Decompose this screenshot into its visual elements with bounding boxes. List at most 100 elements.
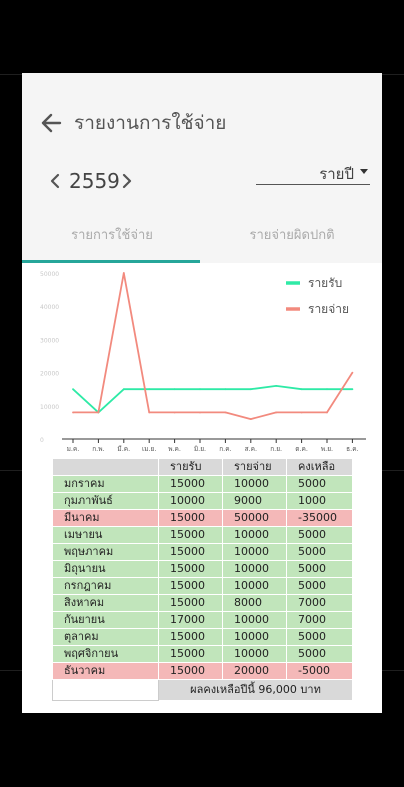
back-arrow-icon[interactable] bbox=[40, 111, 62, 135]
income-cell: 17000 bbox=[158, 611, 223, 629]
x-tick-label: พ.ย. bbox=[321, 445, 333, 453]
app-screen: รายงานการใช้จ่าย 2559 รายปี รายการใช้จ่า… bbox=[22, 73, 382, 713]
table-footer-row: ผลคงเหลือปีนี้ 96,000 บาท bbox=[52, 679, 353, 701]
month-cell: สิงหาคม bbox=[52, 594, 159, 612]
expense-cell: 10000 bbox=[222, 577, 287, 595]
x-tick-label: ก.ย. bbox=[270, 445, 282, 453]
table-row: มีนาคม 15000 50000 -35000 bbox=[52, 509, 353, 527]
month-cell: มิถุนายน bbox=[52, 560, 159, 578]
expense-cell: 50000 bbox=[222, 509, 287, 527]
table-row: เมษายน 15000 10000 5000 bbox=[52, 526, 353, 544]
balance-cell: 7000 bbox=[286, 611, 353, 629]
table-header-row: รายรับ รายจ่าย คงเหลือ bbox=[52, 458, 353, 476]
data-point bbox=[148, 411, 151, 414]
table-row: พฤษภาคม 15000 10000 5000 bbox=[52, 543, 353, 561]
income-cell: 15000 bbox=[158, 509, 223, 527]
month-cell: กุมภาพันธ์ bbox=[52, 492, 159, 510]
data-point bbox=[326, 411, 328, 414]
expense-cell: 10000 bbox=[222, 611, 287, 629]
balance-cell: 5000 bbox=[286, 628, 353, 646]
data-point bbox=[72, 388, 74, 391]
month-cell: ตุลาคม bbox=[52, 628, 159, 646]
x-tick-label: มี.ค. bbox=[117, 445, 130, 453]
balance-cell: 5000 bbox=[286, 543, 353, 561]
expense-cell: 10000 bbox=[222, 645, 287, 663]
page-title: รายงานการใช้จ่าย bbox=[74, 112, 227, 134]
income-cell: 15000 bbox=[158, 577, 223, 595]
balance-cell: 5000 bbox=[286, 560, 353, 578]
data-point bbox=[173, 388, 176, 391]
data-point bbox=[249, 418, 252, 420]
header-expense: รายจ่าย bbox=[222, 458, 287, 476]
data-point bbox=[148, 388, 151, 391]
data-point bbox=[173, 411, 176, 414]
balance-cell: 1000 bbox=[286, 492, 353, 510]
x-tick-label: เม.ย. bbox=[142, 445, 156, 453]
data-point bbox=[275, 384, 278, 387]
data-point bbox=[300, 411, 303, 414]
expense-cell: 10000 bbox=[222, 628, 287, 646]
x-tick-label: ส.ค. bbox=[245, 445, 257, 453]
table-row: มกราคม 15000 10000 5000 bbox=[52, 475, 353, 493]
balance-cell: -5000 bbox=[286, 662, 353, 680]
legend-label: รายจ่าย bbox=[308, 302, 349, 316]
income-expense-chart: 0 10000 20000 30000 40000 50000 ม.ค. ก.พ. มี.ค. เ… bbox=[40, 271, 366, 453]
data-point bbox=[199, 388, 201, 391]
data-point bbox=[224, 388, 227, 391]
table-row: มิถุนายน 15000 10000 5000 bbox=[52, 560, 353, 578]
balance-cell: 5000 bbox=[286, 577, 353, 595]
income-cell: 15000 bbox=[158, 594, 223, 612]
month-cell: พฤศจิกายน bbox=[52, 645, 159, 663]
data-point bbox=[351, 388, 354, 391]
month-cell: มีนาคม bbox=[52, 509, 159, 527]
chevron-right-icon[interactable] bbox=[120, 171, 134, 191]
income-cell: 10000 bbox=[158, 492, 223, 510]
year-label: 2559 bbox=[69, 169, 120, 193]
app-header: รายงานการใช้จ่าย 2559 รายปี bbox=[22, 73, 382, 211]
yearly-balance-summary: ผลคงเหลือปีนี้ 96,000 บาท bbox=[158, 679, 353, 701]
expense-cell: 10000 bbox=[222, 543, 287, 561]
income-cell: 15000 bbox=[158, 645, 223, 663]
tab-bar: รายการใช้จ่าย รายจ่ายผิดปกติ bbox=[22, 211, 382, 263]
balance-cell: 5000 bbox=[286, 645, 353, 663]
period-dropdown[interactable]: รายปี bbox=[256, 160, 370, 185]
chevron-left-icon[interactable] bbox=[48, 171, 62, 191]
expense-cell: 10000 bbox=[222, 526, 287, 544]
table-row: กันยายน 17000 10000 7000 bbox=[52, 611, 353, 629]
tab-expense-list[interactable]: รายการใช้จ่าย bbox=[22, 211, 202, 261]
data-point bbox=[351, 371, 354, 374]
y-tick-label: 40000 bbox=[40, 304, 59, 311]
income-cell: 15000 bbox=[158, 662, 223, 680]
balance-cell: 5000 bbox=[286, 475, 353, 493]
header-income: รายรับ bbox=[158, 458, 223, 476]
tab-abnormal-expense[interactable]: รายจ่ายผิดปกติ bbox=[202, 211, 382, 261]
expense-cell: 9000 bbox=[222, 492, 287, 510]
monthly-report-table: รายรับ รายจ่าย คงเหลือ มกราคม 15000 10000 5… bbox=[52, 458, 353, 701]
table-row: กุมภาพันธ์ 10000 9000 1000 bbox=[52, 492, 353, 510]
x-tick-label: มิ.ย. bbox=[194, 445, 206, 453]
month-cell: กันยายน bbox=[52, 611, 159, 629]
expense-cell: 10000 bbox=[222, 560, 287, 578]
header-balance: คงเหลือ bbox=[286, 458, 353, 476]
x-tick-label: พ.ค. bbox=[168, 445, 181, 453]
month-cell: ธันวาคม bbox=[52, 662, 159, 680]
data-point bbox=[97, 411, 100, 414]
table-row: สิงหาคม 15000 8000 7000 bbox=[52, 594, 353, 612]
expense-cell: 8000 bbox=[222, 594, 287, 612]
expense-cell: 10000 bbox=[222, 475, 287, 493]
balance-cell: 7000 bbox=[286, 594, 353, 612]
x-tick-label: ต.ค. bbox=[295, 445, 308, 453]
income-cell: 15000 bbox=[158, 543, 223, 561]
x-tick-label: ม.ค. bbox=[67, 445, 80, 453]
month-cell: พฤษภาคม bbox=[52, 543, 159, 561]
month-cell: เมษายน bbox=[52, 526, 159, 544]
data-point bbox=[122, 388, 125, 391]
y-tick-label: 20000 bbox=[40, 371, 59, 378]
legend-label: รายรับ bbox=[308, 276, 342, 290]
x-tick-label: ก.พ. bbox=[92, 445, 104, 453]
income-cell: 15000 bbox=[158, 628, 223, 646]
balance-cell: -35000 bbox=[286, 509, 353, 527]
income-cell: 15000 bbox=[158, 526, 223, 544]
balance-cell: 5000 bbox=[286, 526, 353, 544]
data-point bbox=[224, 411, 227, 414]
